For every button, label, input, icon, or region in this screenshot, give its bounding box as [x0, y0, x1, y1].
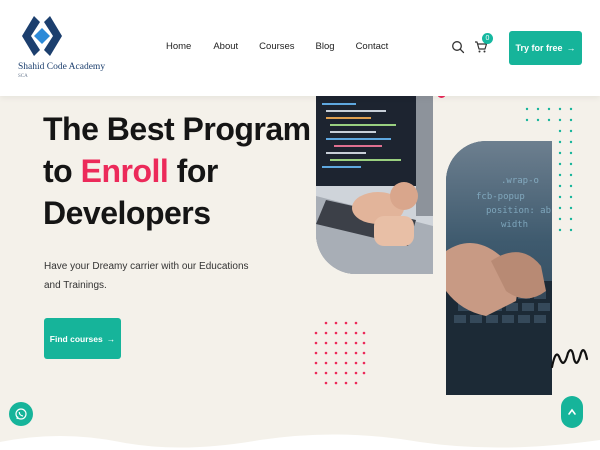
try-for-free-button[interactable]: Try for free →	[509, 31, 582, 65]
nav-item-contact[interactable]: Contact	[356, 41, 389, 52]
brand-tagline: SCA	[18, 74, 28, 79]
logo-mark-icon	[22, 16, 62, 56]
headline-pre: to	[43, 153, 81, 189]
hero-subtext: Have your Dreamy carrier with our Educat…	[44, 261, 249, 291]
decor-zigzag	[550, 348, 589, 369]
nav-item-blog[interactable]: Blog	[316, 41, 335, 52]
hero-image-laptop	[316, 96, 433, 274]
nav-item-home[interactable]: Home	[166, 41, 191, 52]
arrow-right-icon: →	[566, 43, 576, 53]
scroll-to-top-button[interactable]	[561, 396, 583, 428]
find-courses-label: Find courses	[49, 333, 103, 344]
svg-text:fcb-popup: fcb-popup	[476, 192, 525, 202]
hero-headline: The Best Program to Enroll for Developer…	[43, 108, 313, 234]
brand-logo[interactable]: Shahid Code Academy SCA	[14, 14, 105, 84]
headline-line-2: to Enroll for	[43, 150, 313, 192]
decor-dot-grid-red	[314, 321, 366, 385]
cart-count-badge: 0	[482, 33, 493, 44]
brand-name: Shahid Code Academy	[18, 62, 106, 72]
site-header: Shahid Code Academy SCA Home About Cours…	[0, 0, 600, 96]
headline-line-1: The Best Program	[43, 111, 311, 147]
whatsapp-button[interactable]	[9, 402, 33, 426]
decor-bottom-wave	[0, 434, 600, 450]
nav-item-courses[interactable]: Courses	[259, 41, 294, 52]
main-nav: Home About Courses Blog Contact	[166, 41, 409, 52]
headline-line-3: Developers	[43, 195, 211, 231]
chevron-up-icon	[568, 408, 576, 415]
decor-dot-grid-teal	[525, 107, 573, 232]
nav-item-about[interactable]: About	[213, 41, 238, 52]
whatsapp-icon	[15, 408, 27, 420]
find-courses-button[interactable]: Find courses →	[44, 318, 121, 359]
search-icon[interactable]	[451, 40, 465, 54]
headline-accent: Enroll	[80, 153, 169, 189]
headline-post: for	[168, 153, 219, 189]
try-for-free-label: Try for free	[515, 43, 563, 53]
arrow-right-icon: →	[106, 333, 116, 344]
